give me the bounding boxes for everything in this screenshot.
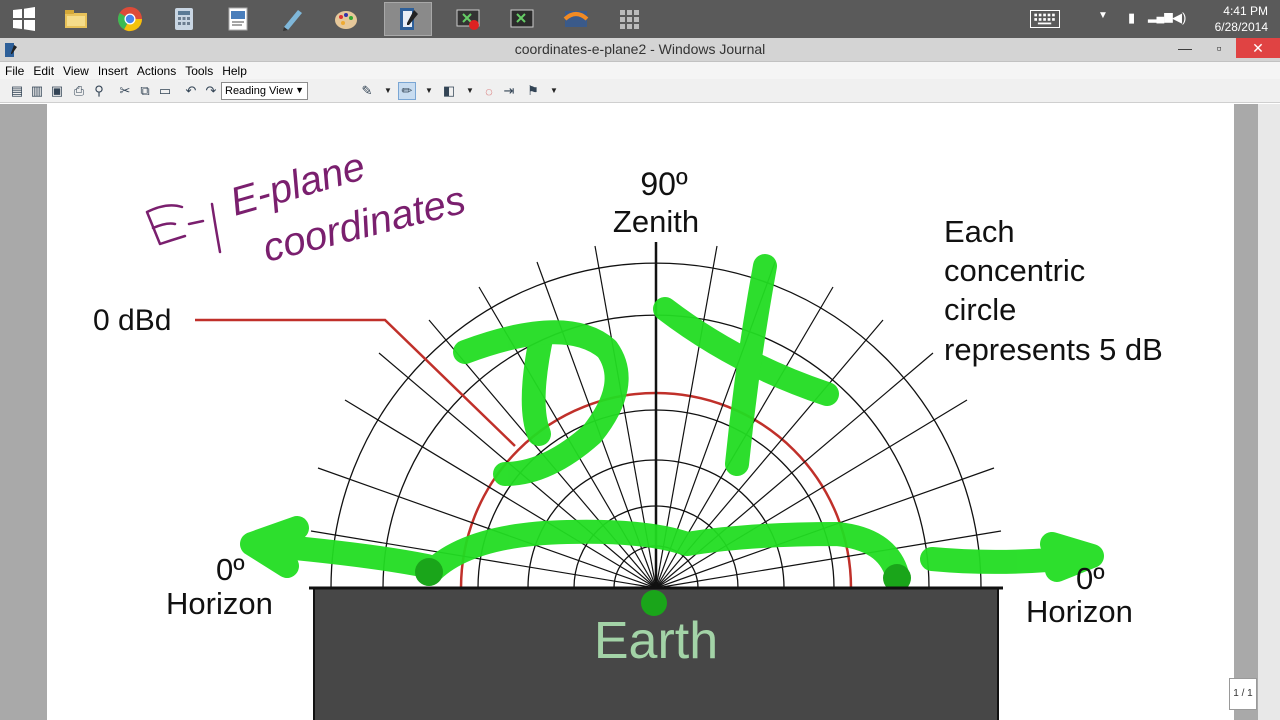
journal-icon[interactable]	[384, 2, 432, 36]
left-stroke-end	[415, 558, 443, 586]
file-explorer-icon[interactable]	[52, 2, 100, 36]
earth-label: Earth	[594, 612, 718, 670]
zero-dbd-label: 0 dBd	[93, 304, 171, 337]
system-tray: ▼ ▮ ▂▄▆ ◀) 4:41 PM 6/28/2014	[1030, 0, 1280, 38]
taskbar: ▼ ▮ ▂▄▆ ◀) 4:41 PM 6/28/2014	[0, 0, 1280, 38]
top-angle-label: 90º	[640, 166, 688, 202]
menu-insert[interactable]: Insert	[93, 62, 132, 78]
pen-dropdown-icon[interactable]: ▼	[384, 86, 392, 95]
eraser-dropdown-icon[interactable]: ▼	[466, 86, 474, 95]
flag-icon[interactable]: ⚑	[524, 82, 542, 100]
highlighter-dropdown-icon[interactable]: ▼	[425, 86, 433, 95]
firefox-icon[interactable]	[552, 2, 600, 36]
right-arrow-stroke	[920, 532, 1104, 582]
paste-icon[interactable]: ▭	[156, 82, 174, 100]
clock-date: 6/28/2014	[1214, 20, 1268, 34]
paint-icon[interactable]	[322, 2, 370, 36]
window-title: coordinates-e-plane2 - Windows Journal	[514, 41, 766, 57]
redo-icon[interactable]: ↷	[202, 82, 220, 100]
screen-recorder-icon[interactable]	[444, 2, 492, 36]
note-line-1: Each	[944, 214, 1015, 249]
polar-diagram: E-plane coordinates 90º Zenith 0º Horizo…	[93, 144, 1163, 720]
lasso-select-icon[interactable]: ◌	[480, 82, 498, 100]
close-button[interactable]: ✕	[1236, 38, 1280, 58]
journal-page[interactable]: E-plane coordinates 90º Zenith 0º Horizo…	[47, 104, 1234, 720]
insert-space-icon[interactable]: ⇥	[500, 82, 518, 100]
battery-icon[interactable]: ▮	[1128, 10, 1135, 26]
view-mode-select[interactable]: Reading View ▼	[221, 82, 308, 100]
maximize-button[interactable]: ▫	[1202, 38, 1236, 58]
left-arrow-stroke	[240, 516, 439, 578]
menu-help[interactable]: Help	[217, 62, 251, 78]
toolbar: ▤ ▥ ▣ ⎙ ⚲ ✂ ⧉ ▭ ↶ ↷ ✎ ▼ ✏ ▼ ◧ ▼ ◌ ⇥ ⚑ ▼	[0, 79, 1280, 103]
flag-dropdown-icon[interactable]: ▼	[550, 86, 558, 95]
menu-bar: File Edit View Insert Actions Tools Help	[0, 62, 1280, 79]
clock-time: 4:41 PM	[1223, 4, 1268, 18]
save-icon[interactable]: ▣	[48, 82, 66, 100]
vertical-scrollbar[interactable]	[1258, 104, 1280, 720]
pen-icon[interactable]: ✎	[358, 82, 376, 100]
calculator-icon[interactable]	[160, 2, 208, 36]
keyboard-icon[interactable]	[1030, 10, 1060, 28]
search-icon[interactable]: ⚲	[90, 82, 108, 100]
undo-icon[interactable]: ↶	[182, 82, 200, 100]
menu-edit[interactable]: Edit	[28, 62, 58, 78]
title-bar: coordinates-e-plane2 - Windows Journal —…	[0, 38, 1280, 62]
zenith-label: Zenith	[613, 204, 699, 239]
page-indicator: 1 / 1	[1229, 678, 1257, 710]
menu-actions[interactable]: Actions	[132, 62, 180, 78]
chrome-icon[interactable]	[106, 2, 154, 36]
x-stroke-2	[725, 254, 777, 476]
app-grid-icon[interactable]	[606, 2, 654, 36]
d-stem-stroke	[521, 322, 554, 446]
highlighter-icon[interactable]: ✏	[398, 82, 416, 100]
left-angle-label: 0º	[216, 552, 245, 587]
note-line-2: concentric	[944, 253, 1085, 288]
eraser-icon[interactable]: ◧	[440, 82, 458, 100]
left-horizon-label: Horizon	[166, 586, 273, 621]
note-line-4: represents 5 dB	[944, 332, 1163, 367]
video-player-icon[interactable]	[498, 2, 546, 36]
view-mode-value: Reading View	[225, 85, 293, 97]
menu-view[interactable]: View	[58, 62, 93, 78]
writing-tool-icon[interactable]	[268, 2, 316, 36]
right-horizon-label: Horizon	[1026, 594, 1133, 629]
handwritten-title-ink	[145, 202, 222, 254]
right-angle-label: 0º	[1076, 561, 1105, 596]
clock[interactable]: 4:41 PM 6/28/2014	[1215, 3, 1268, 35]
tray-chevron-icon[interactable]: ▼	[1098, 10, 1108, 21]
copy-icon[interactable]: ⧉	[136, 82, 154, 100]
windows-start-icon[interactable]	[0, 2, 48, 36]
volume-icon[interactable]: ◀)	[1172, 10, 1186, 26]
open-icon[interactable]: ▥	[28, 82, 46, 100]
chevron-down-icon: ▼	[295, 85, 304, 95]
note-line-3: circle	[944, 292, 1016, 327]
menu-tools[interactable]: Tools	[180, 62, 217, 78]
menu-file[interactable]: File	[0, 62, 28, 78]
new-note-icon[interactable]: ▤	[8, 82, 26, 100]
minimize-button[interactable]: —	[1168, 38, 1202, 58]
word-icon[interactable]	[214, 2, 262, 36]
print-icon[interactable]: ⎙	[70, 82, 88, 100]
cut-icon[interactable]: ✂	[116, 82, 134, 100]
signal-icon[interactable]: ▂▄▆	[1148, 10, 1173, 23]
